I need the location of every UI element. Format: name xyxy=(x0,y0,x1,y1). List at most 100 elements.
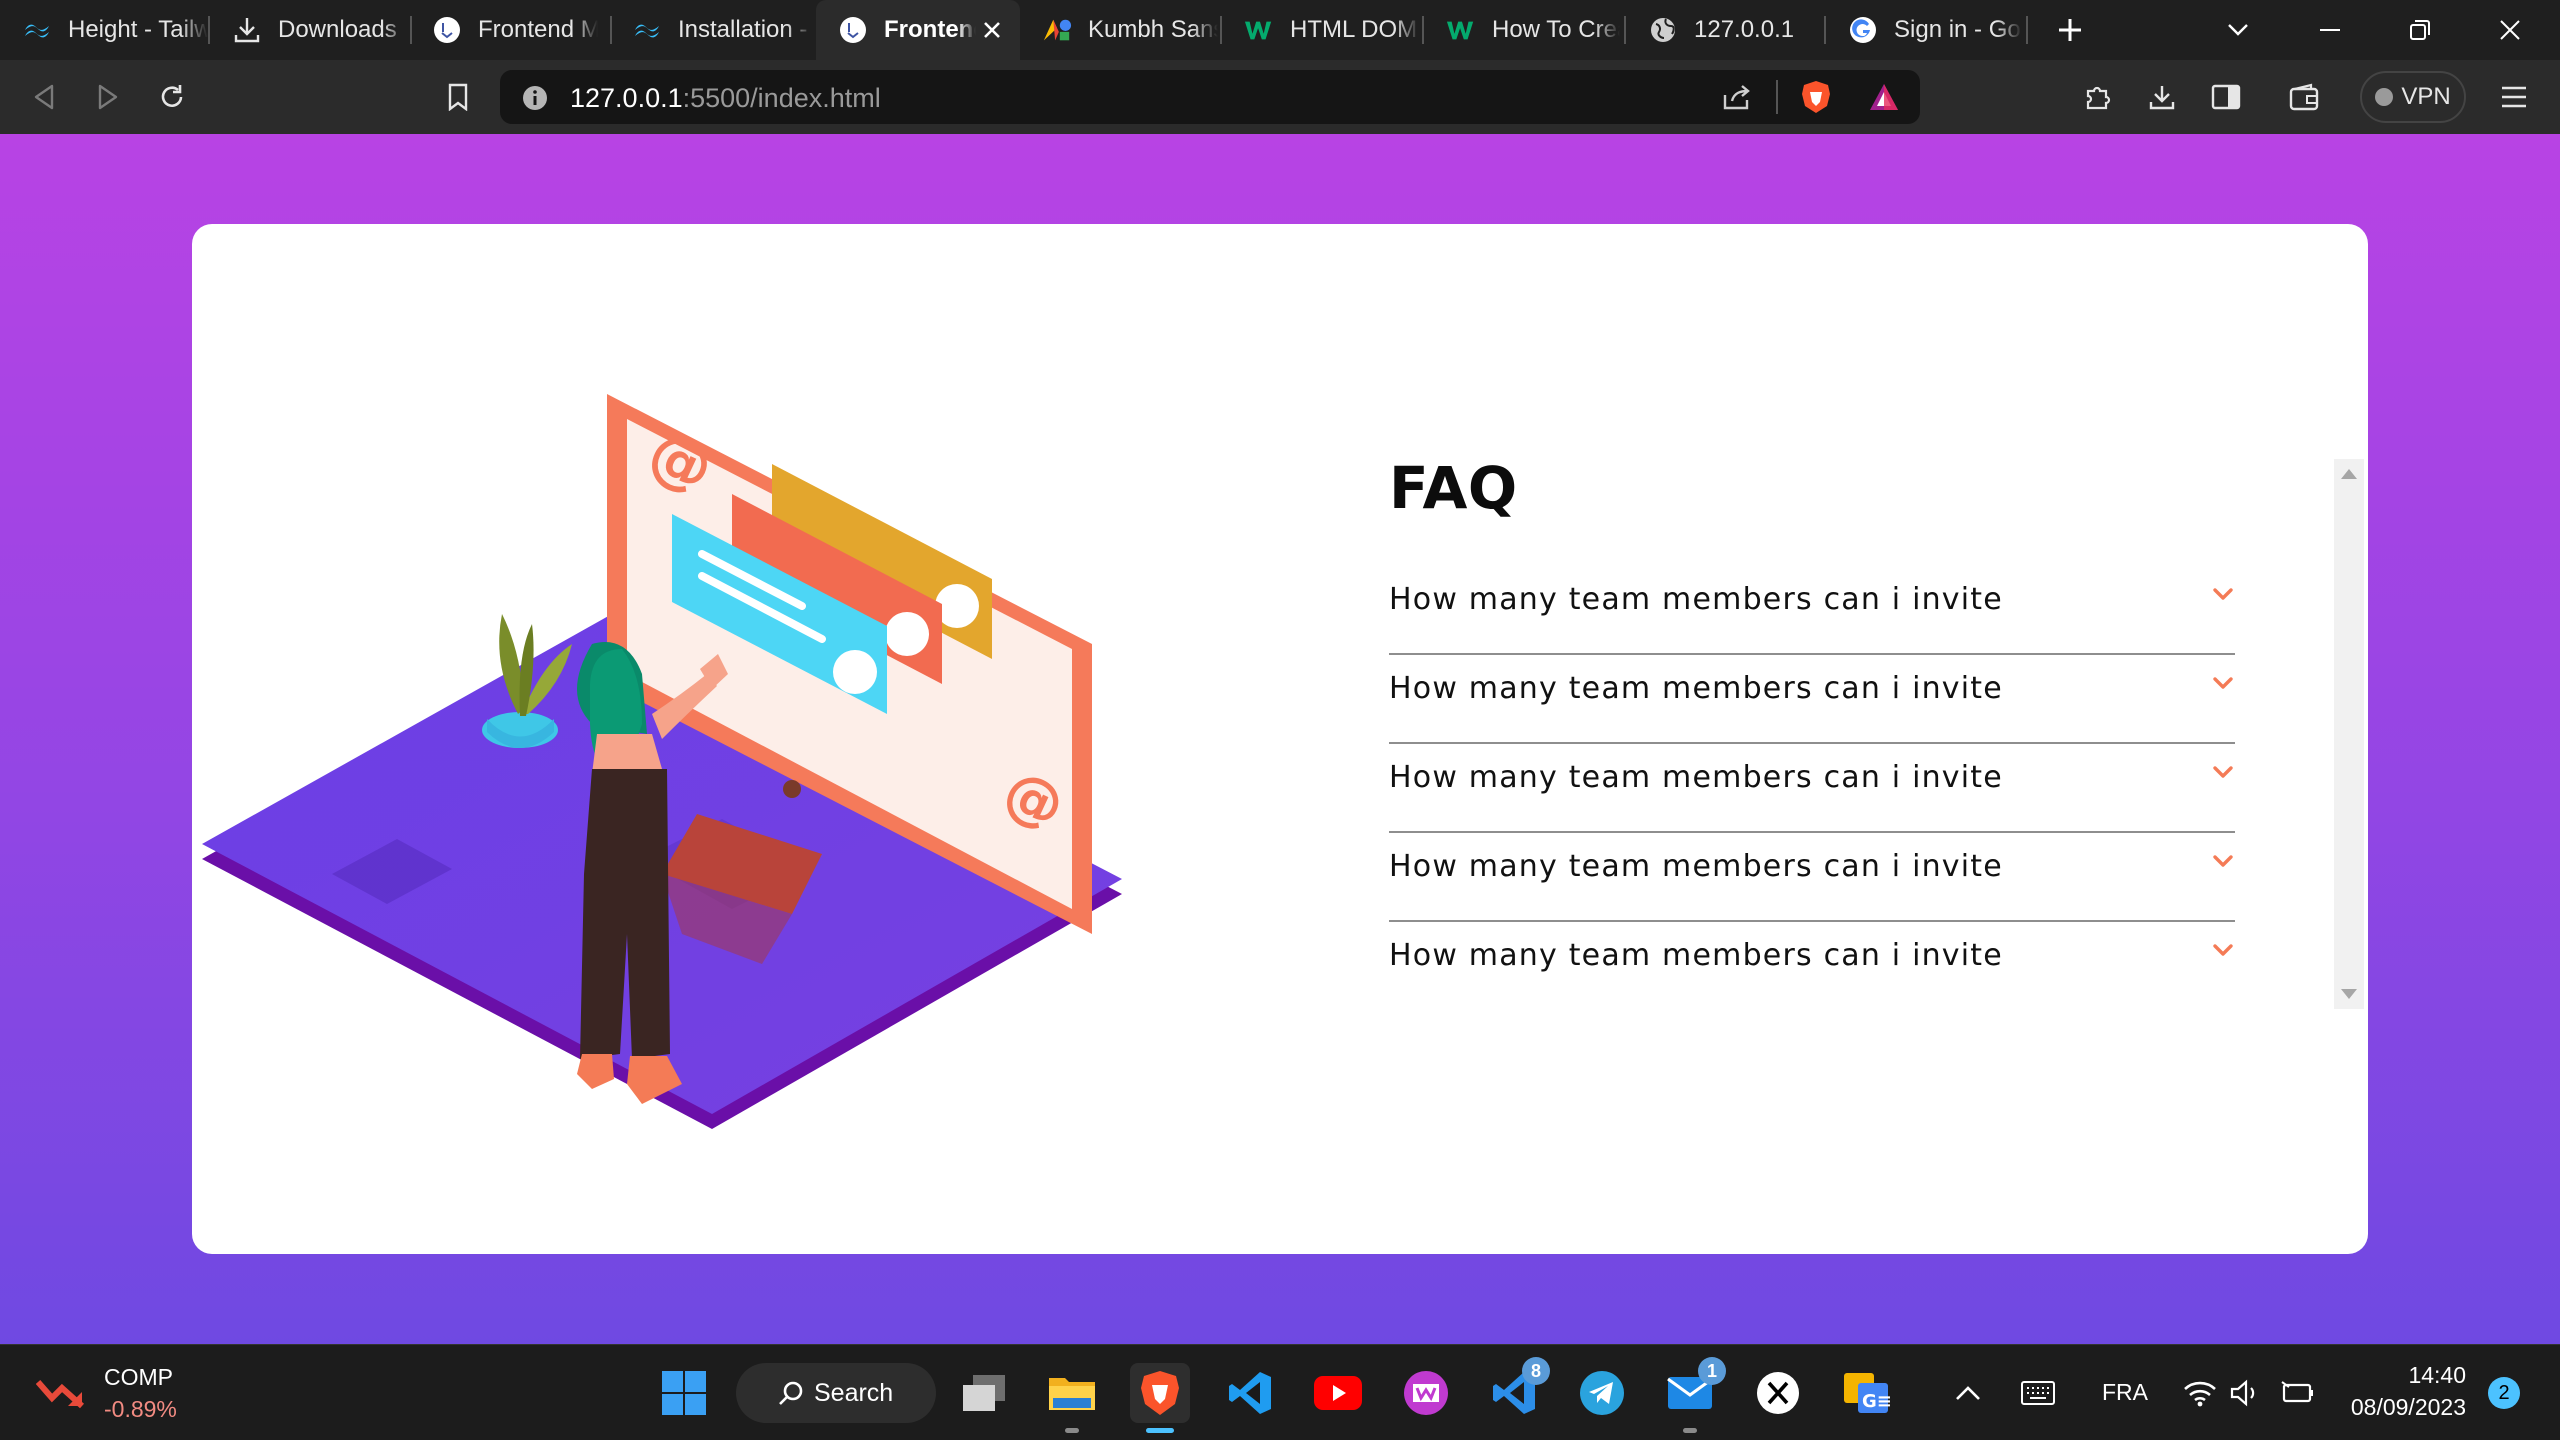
share-icon[interactable] xyxy=(1722,83,1752,116)
faq-card: @ @ FAQ How many team members can i invi… xyxy=(192,224,2368,1254)
tab-label: Installation - Tailwind CSS xyxy=(678,16,813,43)
chevron-down-icon[interactable] xyxy=(2211,671,2235,695)
close-tab-icon[interactable] xyxy=(976,14,1008,46)
chevron-down-icon[interactable] xyxy=(2211,849,2235,873)
vscode-button[interactable] xyxy=(1220,1363,1280,1423)
extensions-button[interactable] xyxy=(2078,77,2118,117)
hamburger-icon xyxy=(2502,86,2526,108)
chevron-down-icon xyxy=(2228,24,2248,36)
vpn-button[interactable]: VPN xyxy=(2360,71,2466,123)
brave-browser-icon xyxy=(1141,1371,1179,1415)
faq-item[interactable]: How many team members can i invite xyxy=(1389,833,2235,922)
start-button[interactable] xyxy=(654,1363,714,1423)
faq-question[interactable]: How many team members can i invite xyxy=(1389,760,2003,795)
faq-item[interactable]: How many team members can i invite xyxy=(1389,655,2235,744)
file-explorer-button[interactable] xyxy=(1042,1363,1102,1433)
vscode-insiders-button[interactable]: 8 xyxy=(1484,1357,1550,1423)
menu-button[interactable] xyxy=(2494,77,2534,117)
tab-bar: Height - Tailwind CSS Downloads Frontend… xyxy=(0,0,2560,60)
new-tab-button[interactable] xyxy=(2030,0,2110,60)
faq-question[interactable]: How many team members can i invite xyxy=(1389,938,2003,973)
tab-html-dom[interactable]: HTML DOM xyxy=(1222,0,1422,60)
chevron-down-icon[interactable] xyxy=(2211,582,2235,606)
x-icon xyxy=(1757,1372,1799,1414)
brave-taskbar-button[interactable] xyxy=(1130,1363,1190,1433)
address-bar[interactable]: 127.0.0.1:5500/index.html xyxy=(500,70,1920,124)
downloads-button[interactable] xyxy=(2142,77,2182,117)
vscode-icon xyxy=(1229,1372,1271,1414)
task-view-icon xyxy=(963,1375,1005,1411)
stock-widget[interactable]: COMP -0.89% xyxy=(36,1363,177,1423)
w3schools-icon xyxy=(1446,15,1476,45)
brave-shields-icon[interactable] xyxy=(1800,80,1832,119)
faq-item[interactable]: How many team members can i invite xyxy=(1389,566,2235,655)
reload-icon xyxy=(161,85,183,107)
vpn-status-icon xyxy=(2375,88,2394,106)
chevron-down-icon[interactable] xyxy=(2211,760,2235,784)
faq-list: How many team members can i invite How m… xyxy=(1389,566,2235,1011)
faq-item[interactable]: How many team members can i invite xyxy=(1389,922,2235,1011)
volume-button[interactable] xyxy=(2216,1363,2276,1423)
task-view-button[interactable] xyxy=(954,1363,1014,1423)
browser-toolbar: 127.0.0.1:5500/index.html VPN xyxy=(0,60,2560,134)
notification-center-badge[interactable]: 2 xyxy=(2488,1377,2520,1409)
wallet-button[interactable] xyxy=(2284,77,2324,117)
download-icon xyxy=(232,15,262,45)
sidebar-icon xyxy=(2211,84,2241,110)
close-window-button[interactable] xyxy=(2470,0,2550,60)
restore-button[interactable] xyxy=(2380,0,2460,60)
translate-icon: G≡ xyxy=(1844,1373,1890,1413)
notification-badge: 8 xyxy=(1522,1357,1550,1385)
google-fonts-icon xyxy=(1042,15,1072,45)
volume-icon xyxy=(2230,1379,2255,1407)
tab-frontend-mentor-active[interactable]: Frontend Mentor xyxy=(816,0,1020,60)
tab-installation[interactable]: Installation - Tailwind CSS xyxy=(610,0,815,60)
tab-how-to-create[interactable]: How To Create xyxy=(1424,0,1624,60)
x-button[interactable] xyxy=(1748,1363,1808,1423)
scroll-down-arrow-icon[interactable] xyxy=(2341,989,2357,999)
tab-search-button[interactable] xyxy=(2198,0,2278,60)
translate-button[interactable]: G≡ xyxy=(1836,1363,1896,1423)
tab-localhost[interactable]: 127.0.0.1 xyxy=(1626,0,1824,60)
show-hidden-icons-button[interactable] xyxy=(1938,1363,1998,1423)
tab-frontend-mentor-1[interactable]: Frontend Mentor xyxy=(410,0,610,60)
faq-item[interactable]: How many team members can i invite xyxy=(1389,744,2235,833)
clock[interactable]: 14:40 08/09/2023 xyxy=(2340,1359,2466,1423)
tab-downloads[interactable]: Downloads xyxy=(210,0,410,60)
tab-label: How To Create xyxy=(1492,16,1620,43)
telegram-button[interactable] xyxy=(1572,1363,1632,1423)
forward-button[interactable] xyxy=(88,77,128,117)
taskbar-search[interactable]: Search xyxy=(736,1363,936,1423)
tab-sign-in-google[interactable]: Sign in - Google xyxy=(1826,0,2026,60)
svg-text:G≡: G≡ xyxy=(1862,1391,1890,1412)
tailwind-icon xyxy=(22,15,52,45)
youtube-button[interactable] xyxy=(1308,1363,1368,1423)
faq-question[interactable]: How many team members can i invite xyxy=(1389,849,2003,884)
chevron-down-icon[interactable] xyxy=(2211,938,2235,962)
faq-question[interactable]: How many team members can i invite xyxy=(1389,671,2003,706)
site-info-icon[interactable] xyxy=(522,85,548,116)
sidebar-button[interactable] xyxy=(2206,77,2246,117)
mail-button[interactable]: 1 xyxy=(1660,1357,1726,1433)
close-icon xyxy=(2500,20,2520,40)
faq-scrollbar[interactable] xyxy=(2334,459,2364,1009)
brave-rewards-icon[interactable] xyxy=(1868,82,1900,117)
input-language[interactable]: FRA xyxy=(2102,1379,2148,1406)
scroll-up-arrow-icon[interactable] xyxy=(2341,469,2357,479)
tab-height-tailwind[interactable]: Height - Tailwind CSS xyxy=(0,0,210,60)
battery-button[interactable] xyxy=(2268,1363,2328,1423)
bookmark-button[interactable] xyxy=(438,77,478,117)
back-button[interactable] xyxy=(24,77,64,117)
tab-kumbh-sans[interactable]: Kumbh Sans - Google Fonts xyxy=(1020,0,1220,60)
faq-section: FAQ How many team members can i invite H… xyxy=(1389,454,2235,1011)
office-button[interactable] xyxy=(1396,1363,1456,1423)
minimize-button[interactable] xyxy=(2290,0,2370,60)
tab-label: Frontend Mentor xyxy=(884,16,976,43)
google-icon xyxy=(1848,15,1878,45)
keyboard-icon xyxy=(2021,1381,2055,1405)
reload-button[interactable] xyxy=(152,77,192,117)
keyboard-button[interactable] xyxy=(2008,1363,2068,1423)
faq-question[interactable]: How many team members can i invite xyxy=(1389,582,2003,617)
url-text[interactable]: 127.0.0.1:5500/index.html xyxy=(570,83,881,114)
minimize-icon xyxy=(2320,29,2340,31)
